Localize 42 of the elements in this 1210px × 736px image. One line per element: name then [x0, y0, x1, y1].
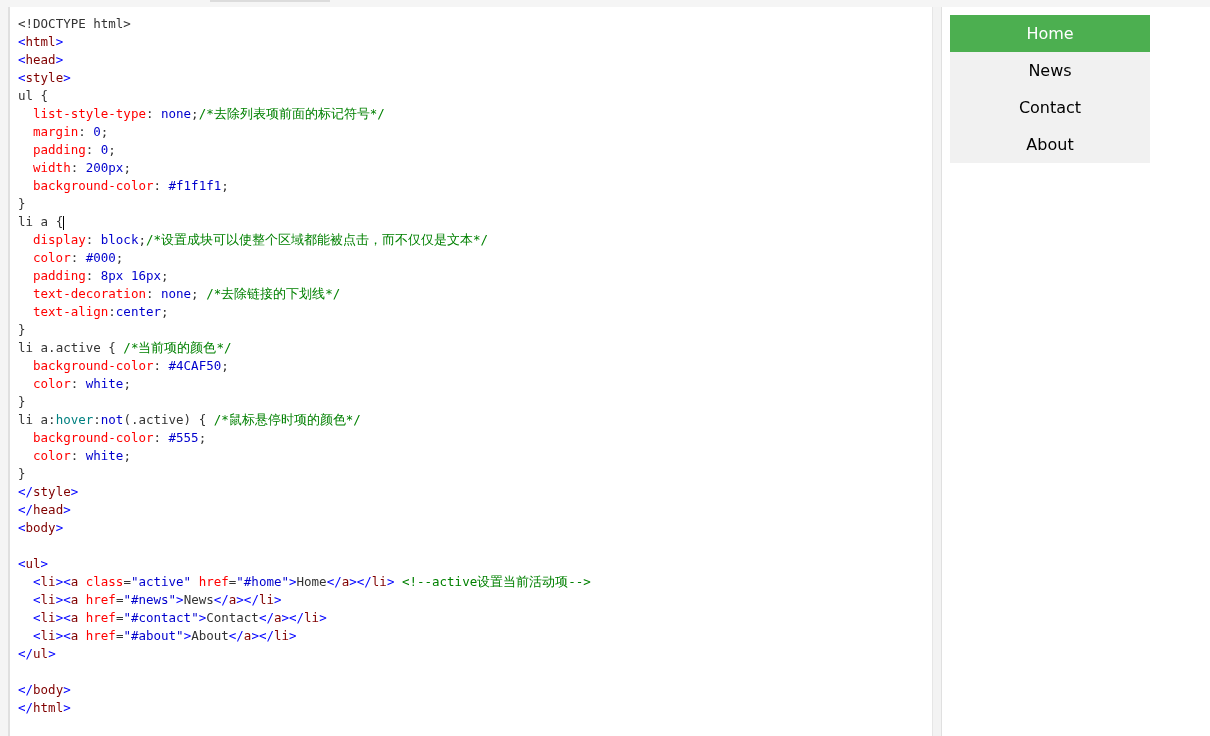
code-editor[interactable]: [8, 7, 932, 736]
code-line: ul {: [18, 87, 50, 105]
code-line: </head>: [18, 501, 72, 519]
code-line: <head>: [18, 51, 65, 69]
code-line: <li><a class="active" href="#home">Home</a></li> <!--active设置当前活动项-->: [32, 573, 592, 591]
code-line: text-decoration: none; /*去除链接的下划线*/: [32, 285, 342, 303]
code-line: </style>: [18, 483, 80, 501]
code-line: }: [18, 393, 27, 411]
nav-link[interactable]: News: [950, 52, 1150, 89]
code-line: </ul>: [18, 645, 57, 663]
code-line: }: [18, 465, 27, 483]
code-line: color: #000;: [32, 249, 125, 267]
code-line: width: 200px;: [32, 159, 132, 177]
code-line: padding: 8px 16px;: [32, 267, 170, 285]
code-line: padding: 0;: [32, 141, 117, 159]
code-line: <ul>: [18, 555, 50, 573]
nav-link[interactable]: About: [950, 126, 1150, 163]
code-line: <!DOCTYPE html>: [18, 15, 132, 33]
code-line: }: [18, 321, 27, 339]
code-line: </body>: [18, 681, 72, 699]
splitter-bar[interactable]: [932, 7, 942, 736]
code-line: }: [18, 195, 27, 213]
code-line: <html>: [18, 33, 65, 51]
code-line: margin: 0;: [32, 123, 110, 141]
code-line: li a:hover:not(.active) { /*鼠标悬停时项的颜色*/: [18, 411, 362, 429]
code-line: <li><a href="#news">News</a></li>: [32, 591, 283, 609]
code-line: list-style-type: none;/*去除列表项前面的标记符号*/: [32, 105, 386, 123]
code-line: background-color: #4CAF50;: [32, 357, 230, 375]
code-line: <style>: [18, 69, 72, 87]
code-line: background-color: #555;: [32, 429, 208, 447]
code-line: li a {: [18, 213, 66, 231]
code-line: color: white;: [32, 375, 132, 393]
code-line: </html>: [18, 699, 72, 717]
code-line: display: block;/*设置成块可以使整个区域都能被点击，而不仅仅是文本*/: [32, 231, 490, 249]
code-line: text-align:center;: [32, 303, 170, 321]
code-line: background-color: #f1f1f1;: [32, 177, 230, 195]
code-line: <li><a href="#contact">Contact</a></li>: [32, 609, 328, 627]
nav-link[interactable]: Contact: [950, 89, 1150, 126]
code-line: <li><a href="#about">About</a></li>: [32, 627, 298, 645]
code-line: li a.active { /*当前项的颜色*/: [18, 339, 233, 357]
code-line: color: white;: [32, 447, 132, 465]
code-line: <body>: [18, 519, 65, 537]
